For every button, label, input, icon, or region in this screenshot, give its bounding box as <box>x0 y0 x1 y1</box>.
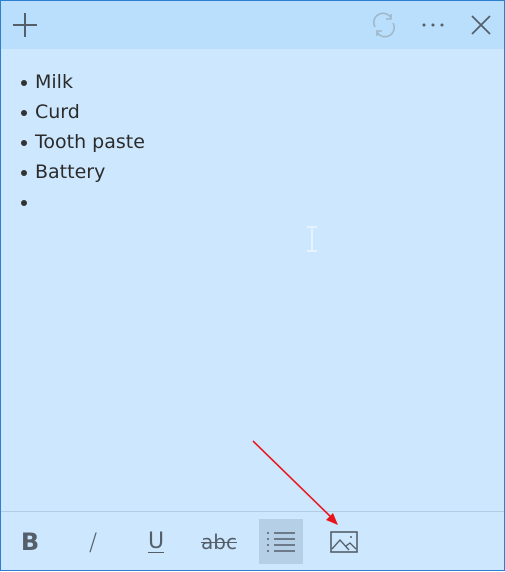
toolbar-divider <box>1 511 504 512</box>
list-item: Curd <box>19 97 145 127</box>
underline-button[interactable]: U <box>134 519 178 564</box>
new-note-button[interactable] <box>3 1 47 49</box>
plus-icon <box>13 13 37 37</box>
title-bar <box>1 1 504 49</box>
text-cursor-icon <box>307 226 317 252</box>
list-item: Tooth paste <box>19 127 145 157</box>
close-icon <box>471 15 491 35</box>
bullet-list: Milk Curd Tooth paste Battery <box>19 67 145 217</box>
bold-button[interactable]: B <box>8 519 52 564</box>
list-item: Milk <box>19 67 145 97</box>
note-text-area[interactable]: Milk Curd Tooth paste Battery <box>19 67 145 217</box>
sticky-note-window: Milk Curd Tooth paste Battery B / U abc <box>0 0 505 571</box>
bullet-list-icon <box>267 531 295 552</box>
strikethrough-button[interactable]: abc <box>197 519 241 564</box>
italic-button[interactable]: / <box>71 519 115 564</box>
list-item: Battery <box>19 157 145 187</box>
bullets-button[interactable] <box>259 519 303 564</box>
sync-icon <box>373 12 395 38</box>
image-icon <box>330 530 358 553</box>
more-button[interactable] <box>411 1 455 49</box>
sync-button[interactable] <box>362 1 406 49</box>
close-button[interactable] <box>459 1 503 49</box>
insert-image-button[interactable] <box>322 519 366 564</box>
ellipsis-icon <box>422 23 444 27</box>
list-item <box>19 187 145 217</box>
